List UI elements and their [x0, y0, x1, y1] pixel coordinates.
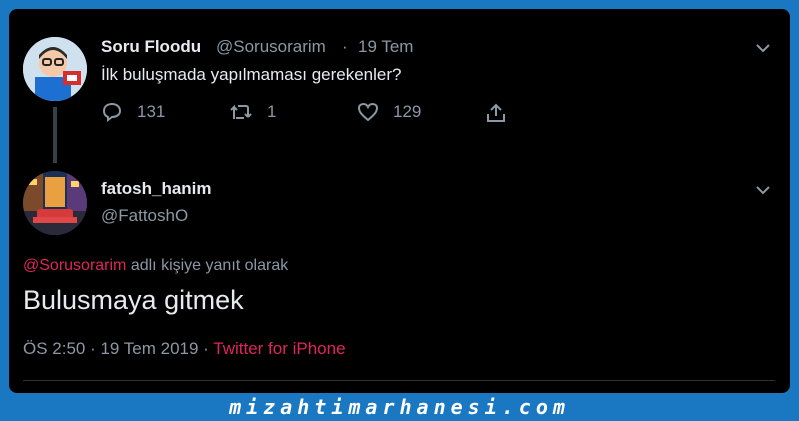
author-name[interactable]: Soru Floodu: [101, 37, 201, 57]
author-name[interactable]: fatosh_hanim: [101, 179, 212, 199]
tweet-source-link[interactable]: Twitter for iPhone: [213, 339, 345, 358]
reply-icon: [101, 102, 123, 122]
share-icon: [485, 102, 507, 124]
reply-button[interactable]: 131: [101, 102, 165, 122]
tweet-metadata: ÖS 2:50 · 19 Tem 2019 · Twitter for iPho…: [23, 339, 346, 359]
avatar-cartoon-icon: [23, 37, 87, 101]
like-button[interactable]: 129: [357, 102, 421, 122]
tweet-timestamp[interactable]: ÖS 2:50 · 19 Tem 2019 ·: [23, 339, 213, 358]
retweet-icon: [229, 102, 253, 122]
avatar-street-icon: [23, 171, 87, 235]
share-button[interactable]: [485, 102, 507, 124]
tweet-thread-card: Soru Floodu @Sorusorarim · 19 Tem İlk bu…: [9, 9, 790, 393]
thread-connector-line: [53, 107, 57, 163]
avatar[interactable]: [23, 37, 87, 101]
reply-to-mention-link[interactable]: @Sorusorarim: [23, 257, 126, 274]
separator-dot: ·: [342, 37, 348, 56]
divider: [23, 380, 775, 381]
author-handle[interactable]: @FattoshO: [101, 206, 188, 226]
chevron-down-icon[interactable]: [754, 181, 772, 199]
like-count: 129: [393, 102, 422, 121]
watermark: mizahtimarhanesi.com: [229, 395, 570, 419]
reply-count: 131: [137, 102, 166, 121]
reply-to-text: adlı kişiye yanıt olarak: [126, 257, 289, 274]
heart-icon: [357, 102, 379, 122]
avatar[interactable]: [23, 171, 87, 235]
retweet-count: 1: [267, 102, 277, 121]
reply-context: @Sorusorarim adlı kişiye yanıt olarak: [23, 257, 288, 275]
tweet-date[interactable]: 19 Tem: [358, 37, 413, 57]
tweet-text: İlk buluşmada yapılmaması gerekenler?: [101, 65, 402, 84]
chevron-down-icon[interactable]: [754, 39, 772, 57]
retweet-button[interactable]: 1: [229, 102, 276, 122]
author-handle[interactable]: @Sorusorarim: [216, 37, 326, 57]
tweet-text: Bulusmaya gitmek: [23, 285, 244, 315]
